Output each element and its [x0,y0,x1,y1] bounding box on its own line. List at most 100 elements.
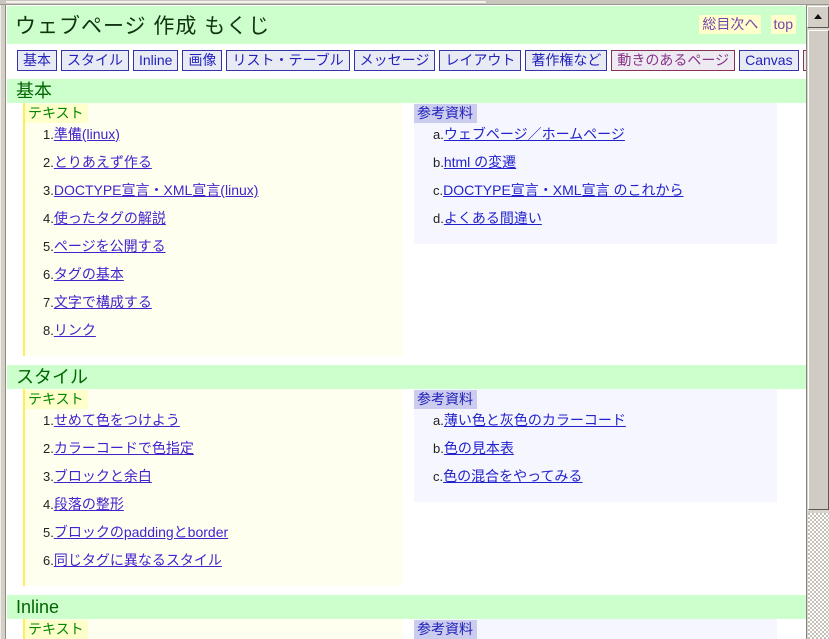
list-item: 2.とりあえず作る [25,154,403,182]
nav-button-5[interactable]: メッセージ [353,50,436,71]
window-left-frame-highlight [0,5,1,639]
list-item-marker: b. [433,155,444,170]
list-item-link[interactable]: 段落の整形 [54,496,124,512]
list-item-link[interactable]: ブロックと余白 [54,468,152,484]
list-item-marker: 3. [43,183,54,198]
nav-button-3[interactable]: 画像 [182,50,223,71]
list-item-link[interactable]: よくある間違い [444,210,542,226]
window-top-strip [0,0,829,5]
column-label: 参考資料 [414,104,477,123]
list-item-link[interactable]: ブロックのpaddingとborder [54,524,228,540]
link-list: 1.せめて色をつけよう 2.カラーコードで色指定 3.ブロックと余白 4.段落の整形 5… [25,409,403,580]
list-item: 6.タグの基本 [25,266,403,294]
section-column-left: テキスト1.一部の強調 [23,619,403,639]
section-column-left: テキスト 1.せめて色をつけよう 2.カラーコードで色指定 3.ブロックと余白 4.段落… [23,389,403,586]
nav-button-4[interactable]: リスト・テーブル [226,50,350,71]
list-item-link[interactable]: DOCTYPE宣言・XML宣言 のこれから [443,182,683,198]
scrollbar-thumb[interactable] [808,30,829,510]
section-body: テキスト 1.せめて色をつけよう 2.カラーコードで色指定 3.ブロックと余白 4.段落… [7,389,806,594]
nav-button-9[interactable]: Canvas [739,50,799,71]
nav-button-0[interactable]: 基本 [17,50,57,71]
list-item-marker: 1. [43,127,54,142]
list-item-marker: 1. [43,413,54,428]
list-item: 2.カラーコードで色指定 [25,440,403,468]
list-item: c.DOCTYPE宣言・XML宣言 のこれから [414,182,777,210]
column-label: テキスト [25,390,88,409]
list-item-link[interactable]: ページを公開する [54,238,166,254]
section-heading: スタイル [7,364,806,389]
list-item-link[interactable]: 色の混合をやってみる [443,468,582,484]
list-item-link[interactable]: 色の見本表 [444,440,514,456]
scrollbar-track[interactable] [808,513,829,639]
list-item-marker: 6. [43,267,54,282]
list-item-marker: a. [433,413,444,428]
list-item: a.ウェブページ／ホームページ [414,126,777,154]
list-item-marker: 4. [43,211,54,226]
sections-container: 基本 テキスト 1.準備(linux) 2.とりあえず作る 3.DOCTYPE宣言・XM… [7,78,806,639]
list-item-marker: c. [433,469,444,484]
section-column-right: 参考資料 a.薄い色と灰色のカラーコード b.色の見本表 c.色の混合をやってみる [414,389,777,502]
link-top[interactable]: top [770,15,796,34]
list-item-link[interactable]: せめて色をつけよう [54,412,180,428]
browser-window: ウェブページ 作成 もくじ 総目次へ top 基本 スタイル Inline 画像 リスト… [0,0,829,639]
nav-button-bar: 基本 スタイル Inline 画像 リスト・テーブル メッセージ レイアウト 著作権など 動きの… [7,44,806,78]
list-item-marker: 5. [43,525,54,540]
link-list: a.薄い色と灰色のカラーコード b.色の見本表 c.色の混合をやってみる [414,409,777,496]
window-left-frame [0,5,6,639]
list-item-link[interactable]: とりあえず作る [54,154,152,170]
section-column-left: テキスト 1.準備(linux) 2.とりあえず作る 3.DOCTYPE宣言・XML宣… [23,103,403,356]
list-item-link[interactable]: 同じタグに異なるスタイル [54,552,222,568]
list-item-link[interactable]: カラーコードで色指定 [54,440,194,456]
list-item-marker: 2. [43,441,54,456]
chevron-up-icon [814,14,822,19]
list-item: 4.段落の整形 [25,496,403,524]
list-item-link[interactable]: タグの基本 [54,266,124,282]
nav-button-7[interactable]: 著作権など [525,50,608,71]
window-top-strip-highlight [6,1,486,3]
list-item-marker: b. [433,441,444,456]
list-item-link[interactable]: 準備(linux) [54,126,120,142]
list-item: 5.ブロックのpaddingとborder [25,524,403,552]
page-title: ウェブページ 作成 もくじ [15,15,271,38]
list-item: 3.DOCTYPE宣言・XML宣言(linux) [25,182,403,210]
list-item-link[interactable]: ウェブページ／ホームページ [444,126,625,142]
list-item-link[interactable]: 薄い色と灰色のカラーコード [444,412,626,428]
list-item-link[interactable]: 使ったタグの解説 [54,210,166,226]
section: 基本 テキスト 1.準備(linux) 2.とりあえず作る 3.DOCTYPE宣言・XM… [7,78,806,364]
list-item: 8.リンク [25,322,403,350]
list-item: 5.ページを公開する [25,238,403,266]
link-list: a.ウェブページ／ホームページ b.html の変遷 c.DOCTYPE宣言・XML… [414,123,777,238]
list-item: b.html の変遷 [414,154,777,182]
scroll-up-button[interactable] [807,6,829,28]
list-item: 7.文字で構成する [25,294,403,322]
link-general-index[interactable]: 総目次へ [699,15,762,34]
nav-button-1[interactable]: スタイル [61,50,129,71]
section-body: テキスト1.一部の強調参考資料 [7,619,806,639]
list-item-marker: 5. [43,239,54,254]
section: Inlineテキスト1.一部の強調参考資料 [7,594,806,639]
list-item-marker: 2. [43,155,54,170]
nav-button-6[interactable]: レイアウト [439,50,522,71]
section-heading: 基本 [7,78,806,103]
vertical-scrollbar[interactable] [806,5,829,639]
header-links: 総目次へ top [694,15,796,34]
list-item-link[interactable]: DOCTYPE宣言・XML宣言(linux) [54,182,259,198]
list-item-link[interactable]: リンク [54,322,96,338]
nav-button-10[interactable]: PHP [802,50,806,71]
column-label: テキスト [25,620,88,639]
list-item: 1.準備(linux) [25,126,403,154]
list-item: c.色の混合をやってみる [414,468,777,496]
nav-button-2[interactable]: Inline [133,50,179,71]
list-item-link[interactable]: 文字で構成する [54,294,152,310]
list-item-marker: 4. [43,497,54,512]
list-item-marker: 8. [43,323,54,338]
list-item: d.よくある間違い [414,210,777,238]
list-item: 6.同じタグに異なるスタイル [25,552,403,580]
list-item-marker: 7. [43,295,54,310]
page-content: ウェブページ 作成 もくじ 総目次へ top 基本 スタイル Inline 画像 リスト… [7,6,806,639]
nav-button-8[interactable]: 動きのあるページ [611,50,736,71]
section-column-right: 参考資料 [414,619,777,639]
section-heading: Inline [7,594,806,619]
link-list: 1.準備(linux) 2.とりあえず作る 3.DOCTYPE宣言・XML宣言(li… [25,123,403,350]
list-item-link[interactable]: html の変遷 [444,154,516,170]
